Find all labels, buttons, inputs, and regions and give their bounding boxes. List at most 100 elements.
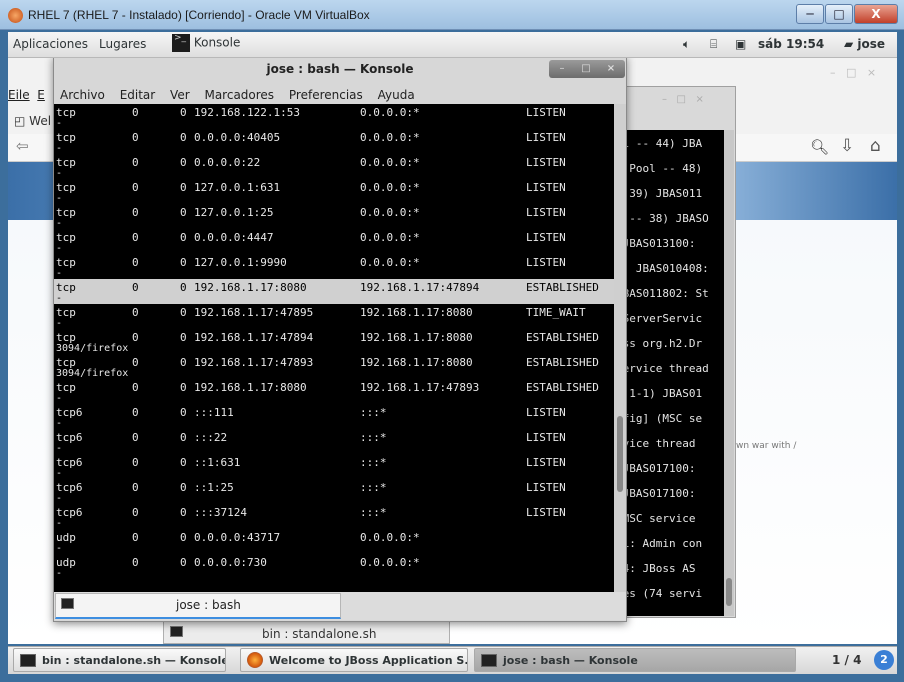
netstat-cell-send: 0 <box>180 331 187 344</box>
netstat-cell-state: LISTEN <box>526 506 566 519</box>
netstat-cell-local: 127.0.0.1:25 <box>194 206 274 219</box>
menu-marcadores[interactable]: Marcadores <box>204 88 274 102</box>
konsole-close-button[interactable]: × <box>602 61 620 77</box>
netstat-cell-extra: - <box>56 318 63 329</box>
netstat-cell-recv: 0 <box>132 531 139 544</box>
netstat-cell-state: LISTEN <box>526 156 566 169</box>
netstat-cell-extra: - <box>56 468 63 479</box>
terminal-output[interactable]: tcp 0 0 192.168.122.1:53 0.0.0.0:* LISTEN - tcp… <box>54 104 616 592</box>
netstat-row: tcp6 0 0:::22:::* LISTEN - <box>54 429 614 454</box>
terminal-icon <box>170 626 183 637</box>
workspace-pager[interactable]: 1 / 4 <box>832 653 861 667</box>
user-menu[interactable]: ▰ jose <box>844 37 885 51</box>
search-icon[interactable]: 🔍︎ <box>810 138 829 156</box>
browser-menu[interactable]: Eile E <box>8 88 45 102</box>
netstat-row: tcp 0 0 192.168.122.1:53 0.0.0.0:* LISTEN - <box>54 104 614 129</box>
terminal-icon <box>481 654 497 667</box>
notification-badge[interactable]: 2 <box>874 650 894 670</box>
log-line: . -- 38) JBASO <box>616 212 709 225</box>
clock[interactable]: sáb 19:54 <box>758 37 824 51</box>
netstat-cell-recv: 0 <box>132 406 139 419</box>
netstat-cell-extra: - <box>56 543 63 554</box>
menu-ayuda[interactable]: Ayuda <box>378 88 415 102</box>
netstat-cell-local: 192.168.122.1:53 <box>194 106 300 119</box>
active-app-menu[interactable]: >_ Konsole <box>172 34 240 52</box>
taskbar-item-firefox[interactable]: Welcome to JBoss Application S... <box>240 648 468 672</box>
netstat-cell-foreign: :::* <box>360 431 387 444</box>
netstat-cell-send: 0 <box>180 306 187 319</box>
window-controls-icon[interactable]: – □ × <box>830 66 876 79</box>
netstat-cell-send: 0 <box>180 531 187 544</box>
back-icon[interactable]: ⇦ <box>16 137 29 155</box>
netstat-cell-send: 0 <box>180 556 187 569</box>
browser-menu-file[interactable]: Eile <box>8 88 30 102</box>
netstat-cell-send: 0 <box>180 356 187 369</box>
netstat-row: tcp 0 0 127.0.0.1:631 0.0.0.0:* LISTEN - <box>54 179 614 204</box>
home-icon[interactable]: ⌂ <box>870 136 881 156</box>
applications-menu[interactable]: Aplicaciones <box>13 37 88 51</box>
menu-archivo[interactable]: Archivo <box>60 88 105 102</box>
konsole-tab-label: jose : bash <box>176 598 241 612</box>
netstat-cell-recv: 0 <box>132 156 139 169</box>
netstat-cell-foreign: 0.0.0.0:* <box>360 156 420 169</box>
netstat-row: tcp 0 0 0.0.0.0:4447 0.0.0.0:* LISTEN - <box>54 229 614 254</box>
netstat-row: tcp 0 0 127.0.0.1:9990 0.0.0.0:* LISTEN - <box>54 254 614 279</box>
menu-preferencias[interactable]: Preferencias <box>289 88 363 102</box>
netstat-cell-state: TIME_WAIT <box>526 306 586 319</box>
window-controls-icon[interactable]: – □ × <box>662 94 704 105</box>
netstat-cell-state: LISTEN <box>526 456 566 469</box>
netstat-cell-extra: - <box>56 518 63 529</box>
netstat-cell-recv: 0 <box>132 281 139 294</box>
bin-window-tab-label[interactable]: bin : standalone.sh <box>262 627 376 641</box>
log-line: JBAS011802: St <box>616 287 709 300</box>
netstat-cell-local: :::111 <box>194 406 234 419</box>
netstat-row: tcp 0 0 192.168.1.17:47894 192.168.1.17:8080… <box>54 329 614 354</box>
netstat-cell-send: 0 <box>180 131 187 144</box>
netstat-cell-foreign: 192.168.1.17:8080 <box>360 331 473 344</box>
netstat-cell-recv: 0 <box>132 356 139 369</box>
netstat-cell-state: LISTEN <box>526 231 566 244</box>
netstat-row: tcp6 0 0::1:631:::* LISTEN - <box>54 454 614 479</box>
menu-editar[interactable]: Editar <box>120 88 156 102</box>
download-icon[interactable]: ⇩ <box>840 136 854 156</box>
network-icon[interactable]: ⌸ <box>710 37 717 52</box>
taskbar-item-bin-konsole[interactable]: bin : standalone.sh — Konsole <box>13 648 226 672</box>
log-line: nfig] (MSC se <box>616 412 703 425</box>
places-menu[interactable]: Lugares <box>99 37 146 51</box>
konsole-minimize-button[interactable]: – <box>553 61 571 77</box>
taskbar-item-jose-konsole[interactable]: jose : bash — Konsole <box>474 648 796 672</box>
netstat-row: tcp 0 0 192.168.1.17:8080 192.168.1.17:47893… <box>54 379 614 404</box>
konsole-title: jose : bash — Konsole <box>266 62 414 76</box>
netstat-cell-local: 192.168.1.17:47893 <box>194 356 314 369</box>
maximize-button[interactable]: □ <box>825 4 853 24</box>
netstat-cell-recv: 0 <box>132 206 139 219</box>
netstat-row: tcp 0 0 0.0.0.0:40405 0.0.0.0:* LISTEN - <box>54 129 614 154</box>
netstat-cell-state: ESTABLISHED <box>526 356 599 369</box>
konsole-maximize-button[interactable]: □ <box>577 61 595 77</box>
scrollbar-thumb[interactable] <box>726 578 732 606</box>
minimize-button[interactable]: ─ <box>796 4 824 24</box>
terminal-scrollbar-thumb[interactable] <box>617 416 623 492</box>
netstat-cell-state: ESTABLISHED <box>526 381 599 394</box>
browser-menu-e[interactable]: E <box>37 88 45 102</box>
netstat-row: tcp 0 0 192.168.1.17:8080 192.168.1.17:47894… <box>54 279 614 304</box>
log-line: ass org.h2.Dr <box>616 337 703 350</box>
terminal-scrollbar[interactable] <box>614 104 626 592</box>
clipboard-icon[interactable]: ▣ <box>735 37 746 51</box>
volume-icon[interactable]: 🔈︎ <box>683 37 690 52</box>
netstat-cell-send: 0 <box>180 156 187 169</box>
netstat-cell-extra: - <box>56 143 63 154</box>
browser-tab[interactable]: ◰ Wel <box>14 114 51 128</box>
netstat-cell-state: LISTEN <box>526 256 566 269</box>
netstat-cell-local: 192.168.1.17:47894 <box>194 331 314 344</box>
menu-ver[interactable]: Ver <box>170 88 190 102</box>
close-button[interactable]: X <box>854 4 898 24</box>
log-line: 74: JBoss AS <box>616 562 696 575</box>
scrollbar[interactable] <box>724 130 734 616</box>
log-line: service thread <box>616 362 709 375</box>
log-line: l Pool -- 48) <box>616 162 703 175</box>
netstat-row: udp 0 0 0.0.0.0:43717 0.0.0.0:* - <box>54 529 614 554</box>
log-line: (ServerServic <box>616 312 703 325</box>
netstat-cell-send: 0 <box>180 206 187 219</box>
taskbar-item-label: Welcome to JBoss Application S... <box>269 654 468 667</box>
